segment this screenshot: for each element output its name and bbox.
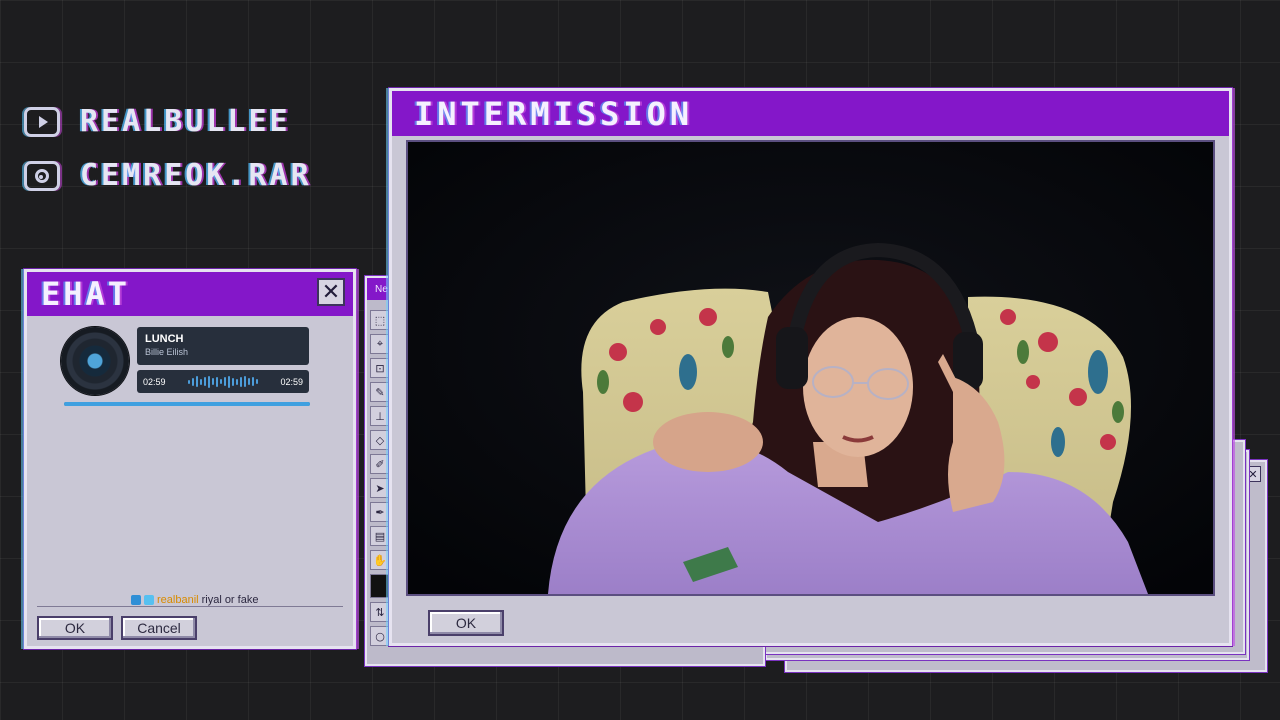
waveform-bar — [216, 376, 218, 387]
instagram-handle: CEMREOK.RAR — [80, 158, 312, 193]
eraser-tool-icon[interactable]: ◇ — [370, 430, 390, 450]
pen-tool-icon[interactable]: ✒ — [370, 502, 390, 522]
waveform-bar — [244, 376, 246, 387]
zoom-tool-icon[interactable]: ○ — [370, 626, 390, 646]
lasso-tool-icon[interactable]: ⌖ — [370, 334, 390, 354]
waveform-bar — [208, 375, 210, 388]
close-icon: ✕ — [321, 279, 341, 305]
waveform-bar — [232, 377, 234, 386]
ok-button[interactable]: OK — [37, 616, 113, 640]
smudge-tool-icon[interactable]: ✐ — [370, 454, 390, 474]
waveform-icon — [188, 375, 258, 389]
progress-track[interactable] — [64, 402, 310, 406]
youtube-icon — [24, 106, 60, 137]
chat-window: EHAT ✕ LUNCH Billie Eilish 02:59 02:59 r… — [24, 269, 356, 649]
time-elapsed: 02:59 — [143, 376, 166, 387]
now-playing-widget: LUNCH Billie Eilish 02:59 02:59 — [61, 327, 311, 407]
waveform-bar — [252, 377, 254, 386]
waveform-bar — [236, 378, 238, 385]
waveform-bar — [224, 377, 226, 386]
vinyl-record-icon — [61, 327, 129, 395]
webcam-image — [408, 142, 1213, 594]
intermission-window: INTERMISSION OK — [389, 88, 1232, 646]
waveform-bar — [256, 379, 258, 384]
intermission-titlebar: INTERMISSION — [392, 91, 1229, 136]
playback-bar: 02:59 02:59 — [137, 370, 309, 393]
waveform-bar — [200, 378, 202, 385]
waveform-bar — [204, 377, 206, 386]
text-tool-icon[interactable]: ▤ — [370, 526, 390, 546]
waveform-bar — [248, 378, 250, 385]
color-swatch[interactable] — [370, 574, 390, 598]
youtube-handle: REALBULLEE — [80, 104, 291, 139]
waveform-bar — [228, 375, 230, 388]
track-artist: Billie Eilish — [145, 347, 189, 357]
ok-button[interactable]: OK — [428, 610, 504, 636]
chat-title: EHAT — [41, 275, 131, 313]
close-button[interactable]: ✕ — [317, 278, 345, 306]
chat-username: realbanil — [157, 594, 199, 606]
track-info: LUNCH Billie Eilish — [137, 327, 309, 365]
intermission-title: INTERMISSION — [414, 94, 694, 133]
time-total: 02:59 — [280, 376, 303, 387]
waveform-bar — [192, 377, 194, 386]
cancel-button[interactable]: Cancel — [121, 616, 197, 640]
badge-icon — [131, 595, 141, 605]
hand-tool-icon[interactable]: ✋ — [370, 550, 390, 570]
waveform-bar — [196, 376, 198, 387]
waveform-bar — [220, 379, 222, 384]
select-tool-icon[interactable]: ⬚ — [370, 310, 390, 330]
progress-fill — [64, 402, 310, 406]
swap-colors-icon[interactable]: ⇅ — [370, 602, 390, 622]
chat-text: riyal or fake — [201, 594, 259, 606]
divider — [37, 606, 343, 607]
waveform-bar — [212, 378, 214, 385]
crop-tool-icon[interactable]: ⊡ — [370, 358, 390, 378]
webcam-feed — [406, 140, 1215, 596]
waveform-bar — [188, 379, 190, 384]
brush-tool-icon[interactable]: ✎ — [370, 382, 390, 402]
track-title: LUNCH — [145, 333, 184, 345]
move-tool-icon[interactable]: ➤ — [370, 478, 390, 498]
waveform-bar — [240, 376, 242, 387]
youtube-handle-row: REALBULLEE — [24, 104, 291, 139]
paint-title: Ne — [375, 284, 388, 295]
instagram-handle-row: CEMREOK.RAR — [24, 158, 312, 193]
badge-icon — [144, 595, 154, 605]
chat-titlebar: EHAT ✕ — [27, 272, 353, 316]
chat-message: realbanil riyal or fake — [131, 594, 258, 606]
instagram-icon — [24, 160, 60, 191]
stamp-tool-icon[interactable]: ⊥ — [370, 406, 390, 426]
